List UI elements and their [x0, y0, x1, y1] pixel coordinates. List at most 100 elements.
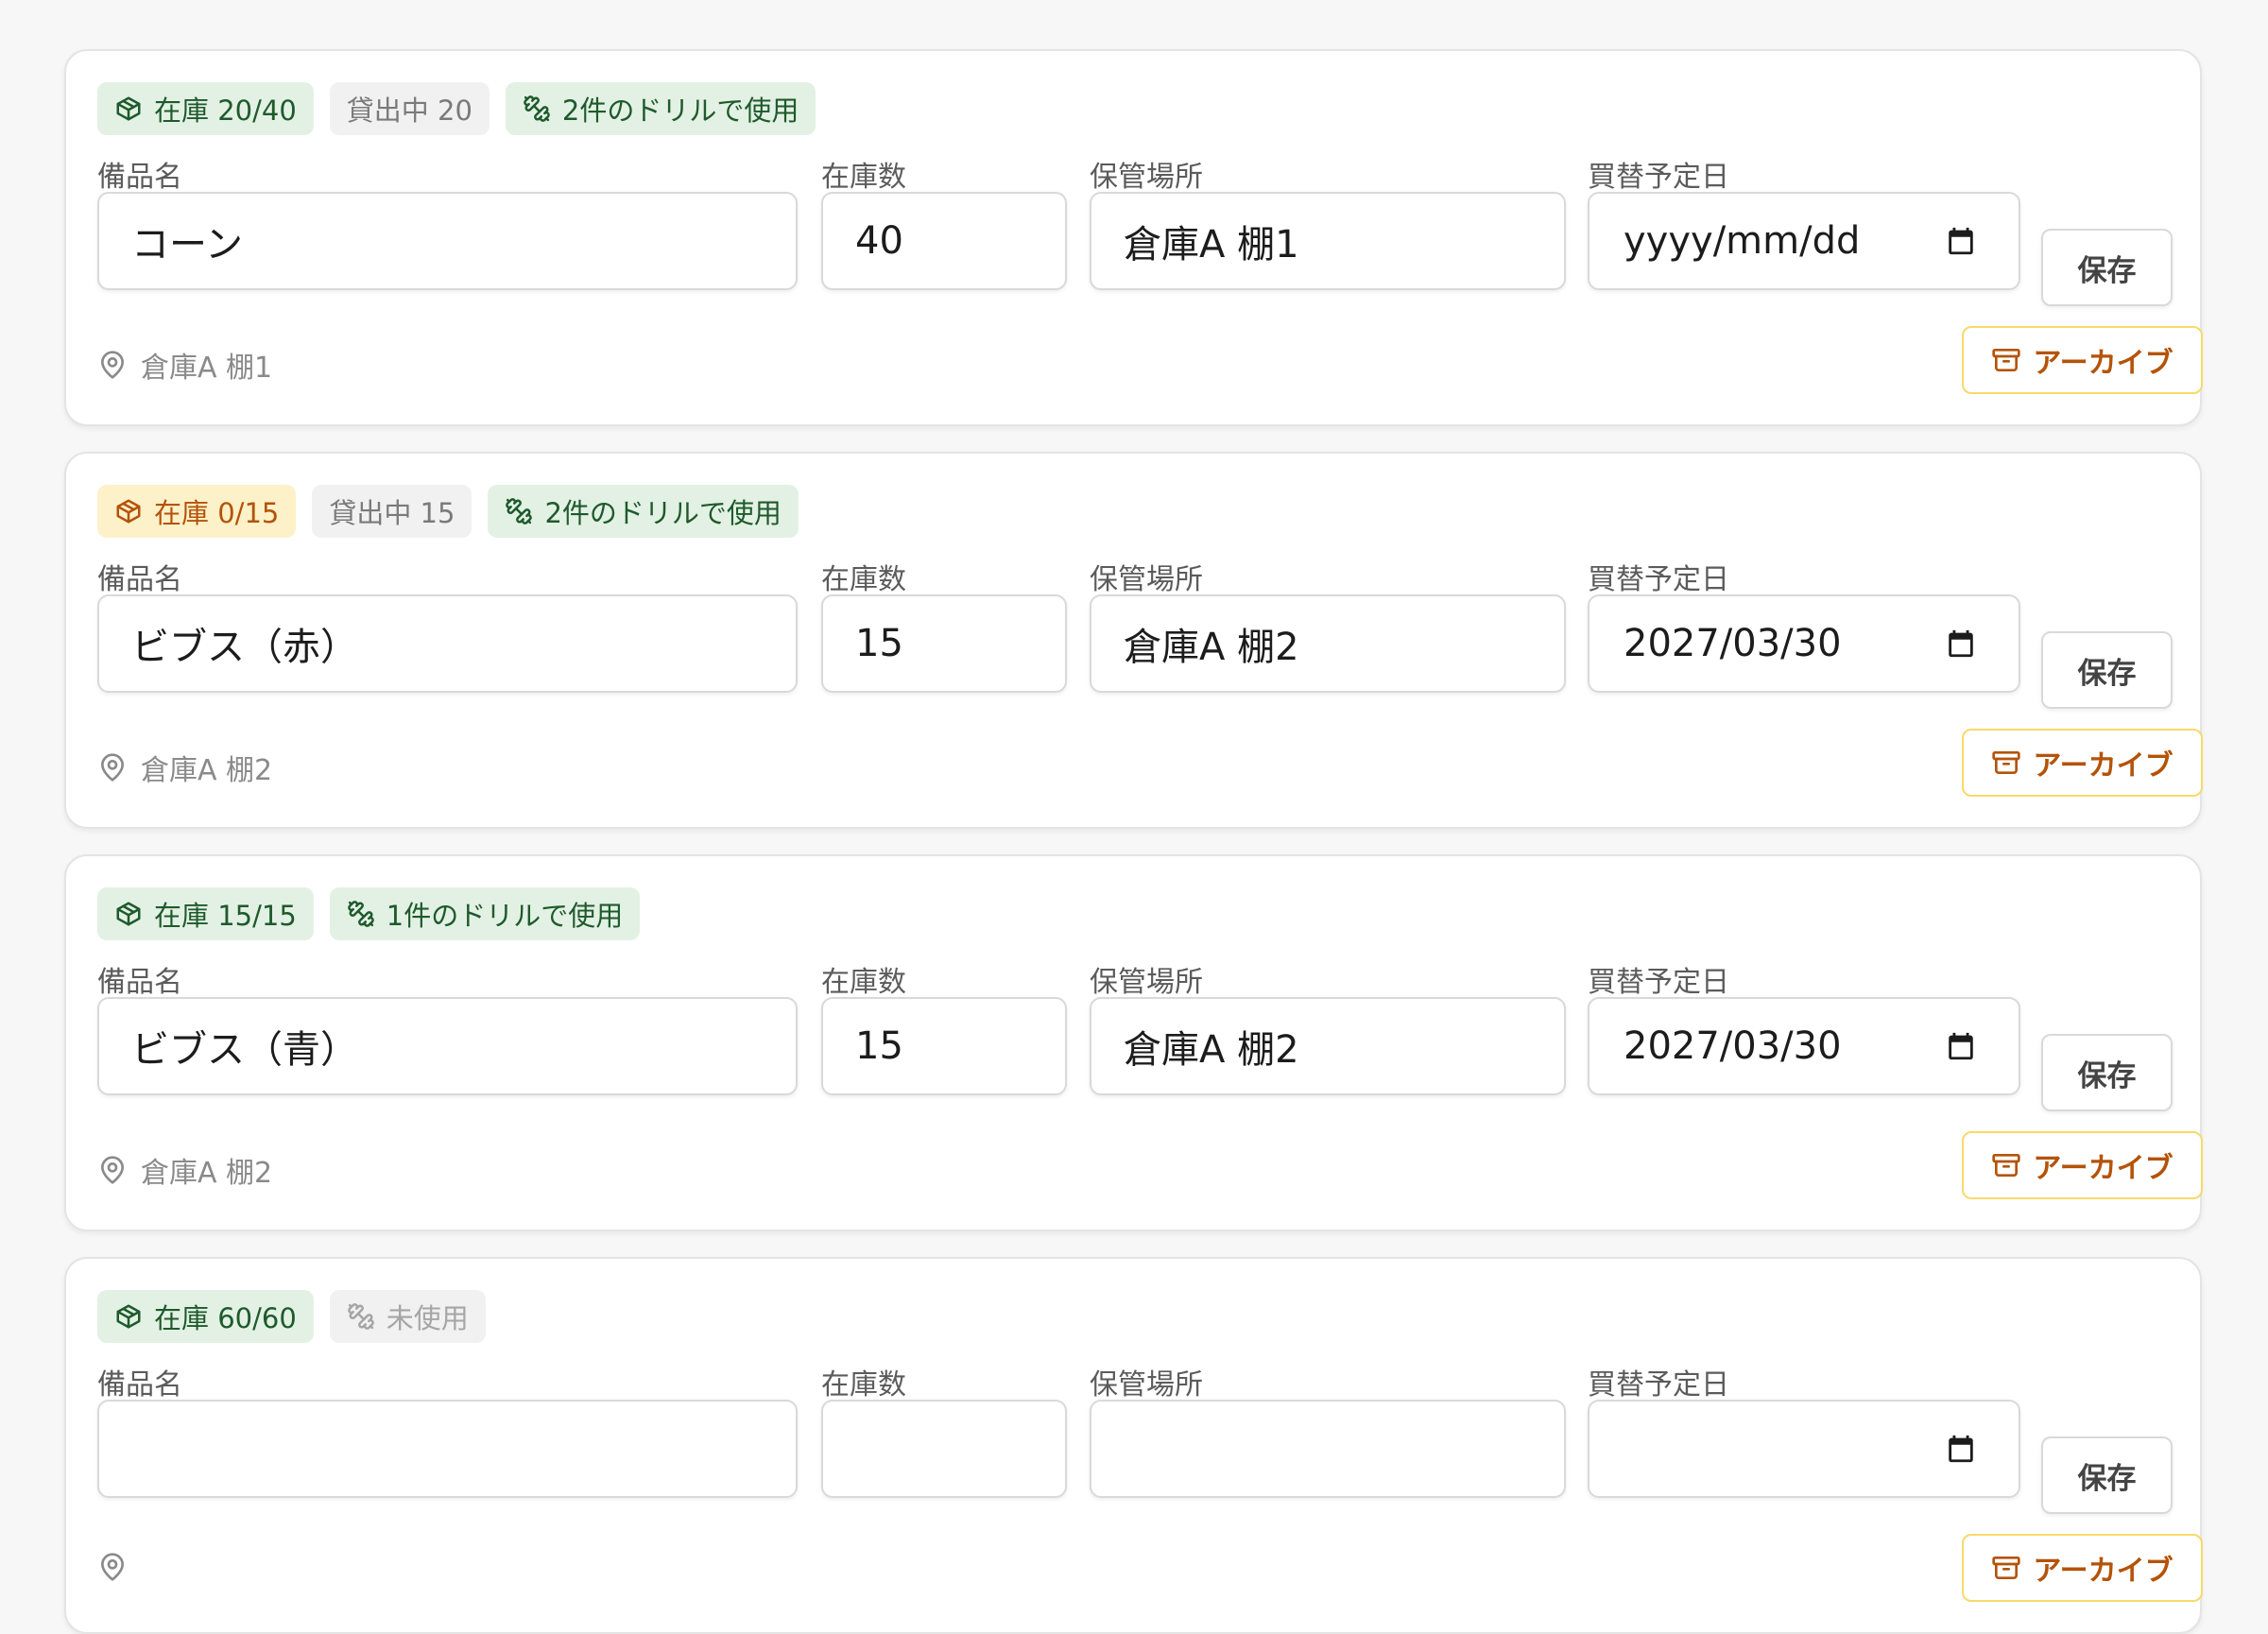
package-icon	[114, 497, 143, 525]
location-label: 保管場所	[1090, 966, 1203, 999]
archive-icon	[1991, 345, 2021, 375]
qty-label: 在庫数	[821, 161, 906, 194]
replace-date-input[interactable]: 2027/03/30	[1588, 594, 2020, 693]
replace-date-label: 買替予定日	[1588, 563, 1729, 596]
status-badge: 1件のドリルで使用	[329, 887, 641, 940]
badge-text: 未使用	[386, 1302, 469, 1334]
location-label: 保管場所	[1090, 161, 1203, 194]
dumbbell-icon	[347, 1302, 375, 1331]
save-button[interactable]: 保存	[2041, 229, 2173, 306]
badge-text: 在庫 0/15	[154, 497, 280, 529]
status-badge: 2件のドリルで使用	[505, 82, 816, 135]
replace-date-input[interactable]: yyyy/mm/dd	[1588, 192, 2020, 290]
quantity-input[interactable]	[821, 594, 1067, 693]
location-display: 倉庫A 棚1	[97, 344, 272, 386]
name-label: 備品名	[97, 161, 182, 194]
badge-text: 2件のドリルで使用	[544, 497, 782, 529]
package-icon	[114, 900, 143, 928]
save-button[interactable]: 保存	[2041, 1034, 2173, 1111]
date-value: 2027/03/30	[1624, 622, 1842, 665]
archive-button[interactable]: アーカイブ	[1962, 729, 2203, 797]
location-text: 倉庫A 棚2	[141, 754, 273, 787]
archive-label: アーカイブ	[2033, 1152, 2174, 1185]
calendar-icon[interactable]	[1945, 1433, 1977, 1465]
location-label: 保管場所	[1090, 1368, 1203, 1402]
archive-button[interactable]: アーカイブ	[1962, 1131, 2203, 1199]
archive-label: アーカイブ	[2033, 347, 2174, 380]
quantity-input[interactable]	[821, 192, 1067, 290]
date-value: yyyy/mm/dd	[1624, 219, 1861, 263]
qty-label: 在庫数	[821, 563, 906, 596]
replace-date-input[interactable]: 2027/03/30	[1588, 997, 2020, 1095]
date-value: 2027/03/30	[1624, 1024, 1842, 1068]
name-label: 備品名	[97, 563, 182, 596]
badge-text: 在庫 15/15	[154, 900, 297, 932]
save-button[interactable]: 保存	[2041, 1436, 2173, 1514]
archive-icon	[1991, 1553, 2021, 1583]
location-input[interactable]	[1090, 594, 1566, 693]
status-badge: 2件のドリルで使用	[488, 485, 799, 538]
map-pin-icon	[97, 1155, 128, 1185]
badge-text: 1件のドリルで使用	[386, 900, 624, 932]
badge-text: 在庫 60/60	[154, 1302, 297, 1334]
dumbbell-icon	[347, 900, 375, 928]
location-input[interactable]	[1090, 997, 1566, 1095]
badge-row: 在庫 0/15 貸出中 15 2件のドリルで使用	[97, 485, 799, 538]
status-badge: 未使用	[329, 1290, 486, 1343]
replace-date-label: 買替予定日	[1588, 1368, 1729, 1402]
calendar-icon[interactable]	[1945, 225, 1977, 257]
item-name-input[interactable]	[97, 594, 798, 693]
archive-label: アーカイブ	[2033, 1555, 2174, 1588]
quantity-input[interactable]	[821, 997, 1067, 1095]
dumbbell-icon	[505, 497, 533, 525]
equipment-card: 在庫 15/15 1件のドリルで使用備品名 在庫数 保管場所 買替予定日 2027/03/…	[64, 854, 2203, 1231]
equipment-card: 在庫 20/40 貸出中 20 2件のドリルで使用備品名 在庫数 保管場所 買替予定日 yy…	[64, 49, 2203, 426]
package-icon	[114, 1302, 143, 1331]
badge-row: 在庫 60/60 未使用	[97, 1290, 486, 1343]
quantity-input[interactable]	[821, 1400, 1067, 1498]
map-pin-icon	[97, 350, 128, 380]
location-input[interactable]	[1090, 1400, 1566, 1498]
status-badge: 貸出中 20	[329, 82, 490, 135]
replace-date-label: 買替予定日	[1588, 966, 1729, 999]
equipment-card: 在庫 0/15 貸出中 15 2件のドリルで使用備品名 在庫数 保管場所 買替予定日 202…	[64, 452, 2203, 829]
equipment-card: 在庫 60/60 未使用備品名 在庫数 保管場所 買替予定日保存アーカイブ	[64, 1257, 2203, 1634]
item-name-input[interactable]	[97, 192, 798, 290]
location-text: 倉庫A 棚2	[141, 1157, 273, 1190]
replace-date-label: 買替予定日	[1588, 161, 1729, 194]
badge-text: 在庫 20/40	[154, 95, 297, 127]
archive-button[interactable]: アーカイブ	[1962, 326, 2203, 394]
location-label: 保管場所	[1090, 563, 1203, 596]
status-badge: 貸出中 15	[312, 485, 472, 538]
name-label: 備品名	[97, 1368, 182, 1402]
archive-icon	[1991, 748, 2021, 778]
badge-row: 在庫 15/15 1件のドリルで使用	[97, 887, 641, 940]
status-badge: 在庫 0/15	[97, 485, 297, 538]
location-display: 倉庫A 棚2	[97, 747, 272, 788]
map-pin-icon	[97, 752, 128, 783]
qty-label: 在庫数	[821, 1368, 906, 1402]
name-label: 備品名	[97, 966, 182, 999]
location-input[interactable]	[1090, 192, 1566, 290]
package-icon	[114, 95, 143, 123]
replace-date-input[interactable]	[1588, 1400, 2020, 1498]
location-display	[97, 1552, 141, 1582]
archive-button[interactable]: アーカイブ	[1962, 1534, 2203, 1602]
archive-icon	[1991, 1150, 2021, 1180]
badge-text: 貸出中 15	[329, 497, 455, 529]
archive-label: アーカイブ	[2033, 749, 2174, 783]
item-name-input[interactable]	[97, 1400, 798, 1498]
calendar-icon[interactable]	[1945, 628, 1977, 660]
status-badge: 在庫 60/60	[97, 1290, 314, 1343]
location-display: 倉庫A 棚2	[97, 1149, 272, 1191]
map-pin-icon	[97, 1552, 128, 1582]
dumbbell-icon	[523, 95, 551, 123]
status-badge: 在庫 20/40	[97, 82, 314, 135]
qty-label: 在庫数	[821, 966, 906, 999]
save-button[interactable]: 保存	[2041, 631, 2173, 709]
badge-row: 在庫 20/40 貸出中 20 2件のドリルで使用	[97, 82, 816, 135]
item-name-input[interactable]	[97, 997, 798, 1095]
equipment-list: 在庫 20/40貸出中 202件のドリルで使用備品名在庫数保管場所買替予定日yy…	[0, 0, 2268, 1634]
location-text: 倉庫A 棚1	[141, 352, 273, 385]
calendar-icon[interactable]	[1945, 1030, 1977, 1062]
